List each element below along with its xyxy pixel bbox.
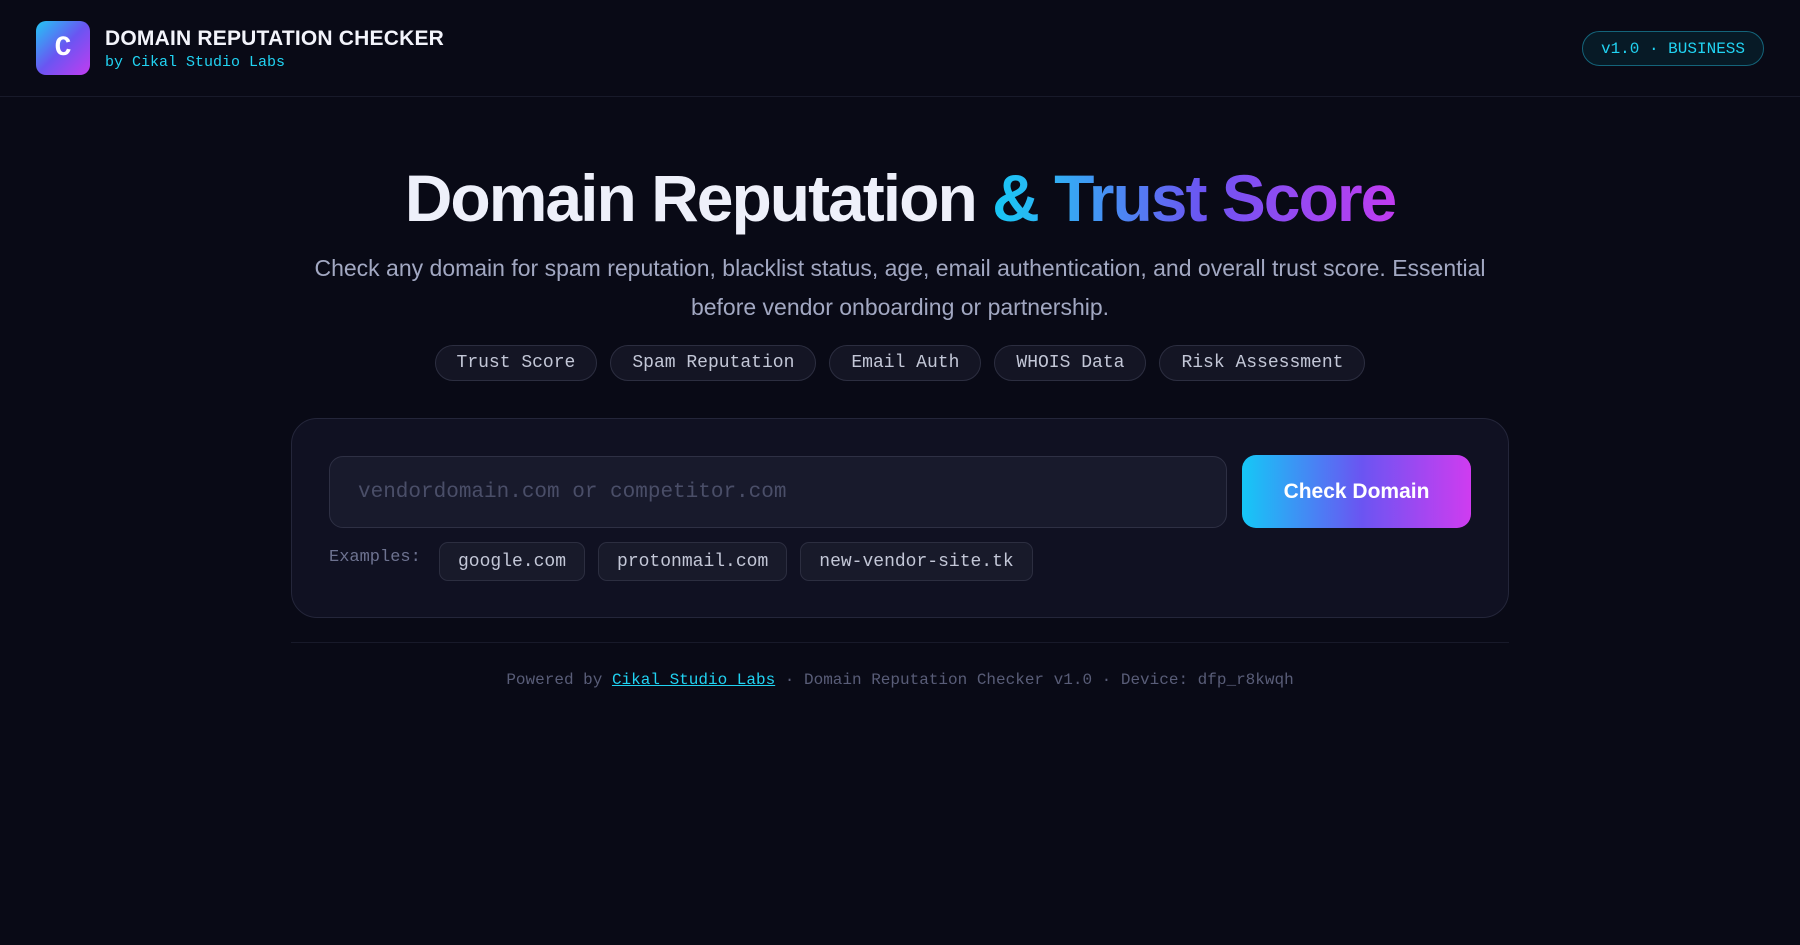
footer-powered-by: Powered by [506,671,612,689]
cikal-studio-link[interactable]: Cikal Studio Labs [612,671,775,689]
footer-divider [291,642,1509,643]
version-badge: v1.0 · BUSINESS [1581,31,1764,66]
hero-title-highlight: & Trust Score [992,161,1397,235]
logo-letter: C [54,32,72,64]
domain-input[interactable] [329,456,1227,528]
check-domain-button[interactable]: Check Domain [1242,455,1471,528]
hero-title-main: Domain Reputation [404,161,993,235]
footer-info: · Domain Reputation Checker v1.0 · Devic… [775,671,1294,689]
search-card: Check Domain Examples: google.com proton… [291,418,1509,618]
examples-label: Examples: [329,548,421,567]
hero-description: Check any domain for spam reputation, bl… [314,255,1486,320]
app-subtitle: by Cikal Studio Labs [105,54,286,71]
footer: Powered by Cikal Studio Labs · Domain Re… [0,671,1800,689]
feature-tag: Email Auth [829,345,982,381]
feature-tag: WHOIS Data [994,345,1147,381]
example-chip[interactable]: new-vendor-site.tk [800,542,1033,581]
feature-tag: Spam Reputation [610,345,817,381]
app-title: DOMAIN REPUTATION CHECKER [105,27,445,50]
feature-tags: Trust Score Spam Reputation Email Auth W… [0,345,1800,381]
feature-tag: Risk Assessment [1159,345,1366,381]
examples-list: google.com protonmail.com new-vendor-sit… [439,542,1033,581]
top-bar: C DOMAIN REPUTATION CHECKER by Cikal Stu… [0,0,1800,97]
example-chip[interactable]: protonmail.com [598,542,788,581]
feature-tag: Trust Score [434,345,598,381]
hero-title: Domain Reputation & Trust Score [0,160,1800,236]
app-logo: C [36,21,90,75]
example-chip[interactable]: google.com [439,542,586,581]
